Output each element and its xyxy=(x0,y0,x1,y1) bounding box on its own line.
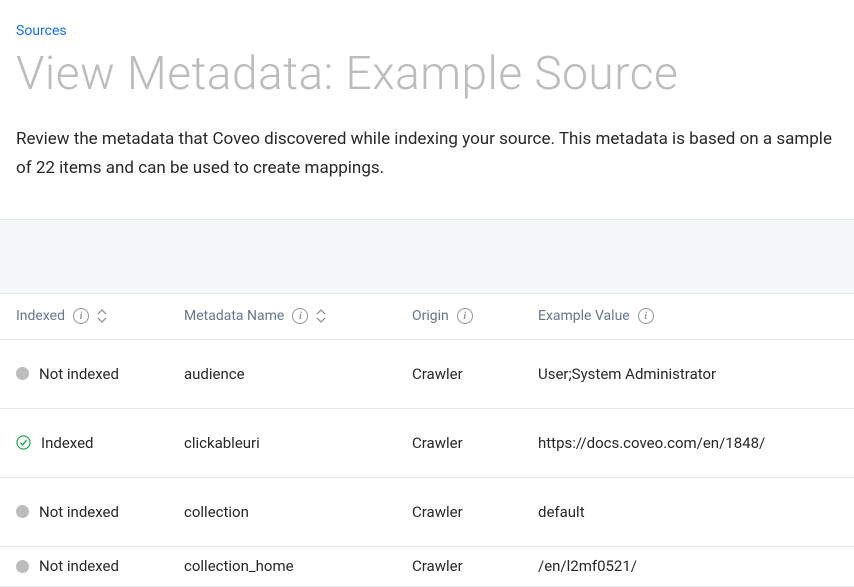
column-header-indexed: Indexed xyxy=(16,308,65,324)
status-label: Indexed xyxy=(41,434,94,452)
status-dot-not-indexed xyxy=(16,505,29,518)
column-header-origin: Origin xyxy=(412,308,449,324)
metadata-name: audience xyxy=(184,365,245,383)
page-title: View Metadata: Example Source xyxy=(16,47,838,101)
origin: Crawler xyxy=(412,434,463,452)
example-value: default xyxy=(538,503,585,521)
status-check-indexed-icon xyxy=(16,435,31,450)
example-value: https://docs.coveo.com/en/1848/ xyxy=(538,434,765,452)
origin: Crawler xyxy=(412,503,463,521)
status-label: Not indexed xyxy=(39,557,119,575)
table-row[interactable]: Not indexed collection_home Crawler /en/… xyxy=(0,547,854,587)
column-header-metadata-name: Metadata Name xyxy=(184,308,284,324)
info-icon[interactable]: i xyxy=(457,308,473,324)
metadata-name: collection_home xyxy=(184,557,294,575)
status-dot-not-indexed xyxy=(16,367,29,380)
origin: Crawler xyxy=(412,365,463,383)
table-row[interactable]: Not indexed collection Crawler default xyxy=(0,478,854,547)
page-description: Review the metadata that Coveo discovere… xyxy=(16,125,838,183)
sort-icon[interactable] xyxy=(316,309,326,323)
info-icon[interactable]: i xyxy=(638,308,654,324)
origin: Crawler xyxy=(412,557,463,575)
info-icon[interactable]: i xyxy=(292,308,308,324)
status-label: Not indexed xyxy=(39,365,119,383)
info-icon[interactable]: i xyxy=(73,308,89,324)
metadata-name: collection xyxy=(184,503,249,521)
column-header-example-value: Example Value xyxy=(538,308,630,324)
sort-icon[interactable] xyxy=(97,309,107,323)
table-row[interactable]: Indexed clickableuri Crawler https://doc… xyxy=(0,409,854,478)
metadata-name: clickableuri xyxy=(184,434,260,452)
status-dot-not-indexed xyxy=(16,560,29,573)
breadcrumb-sources[interactable]: Sources xyxy=(16,23,67,39)
example-value: User;System Administrator xyxy=(538,365,716,383)
example-value: /en/l2mf0521/ xyxy=(538,557,637,575)
table-row[interactable]: Not indexed audience Crawler User;System… xyxy=(0,340,854,409)
table-toolbar xyxy=(0,219,854,293)
status-label: Not indexed xyxy=(39,503,119,521)
table-header: Indexed i Metadata Name i Origin i Examp… xyxy=(0,293,854,340)
